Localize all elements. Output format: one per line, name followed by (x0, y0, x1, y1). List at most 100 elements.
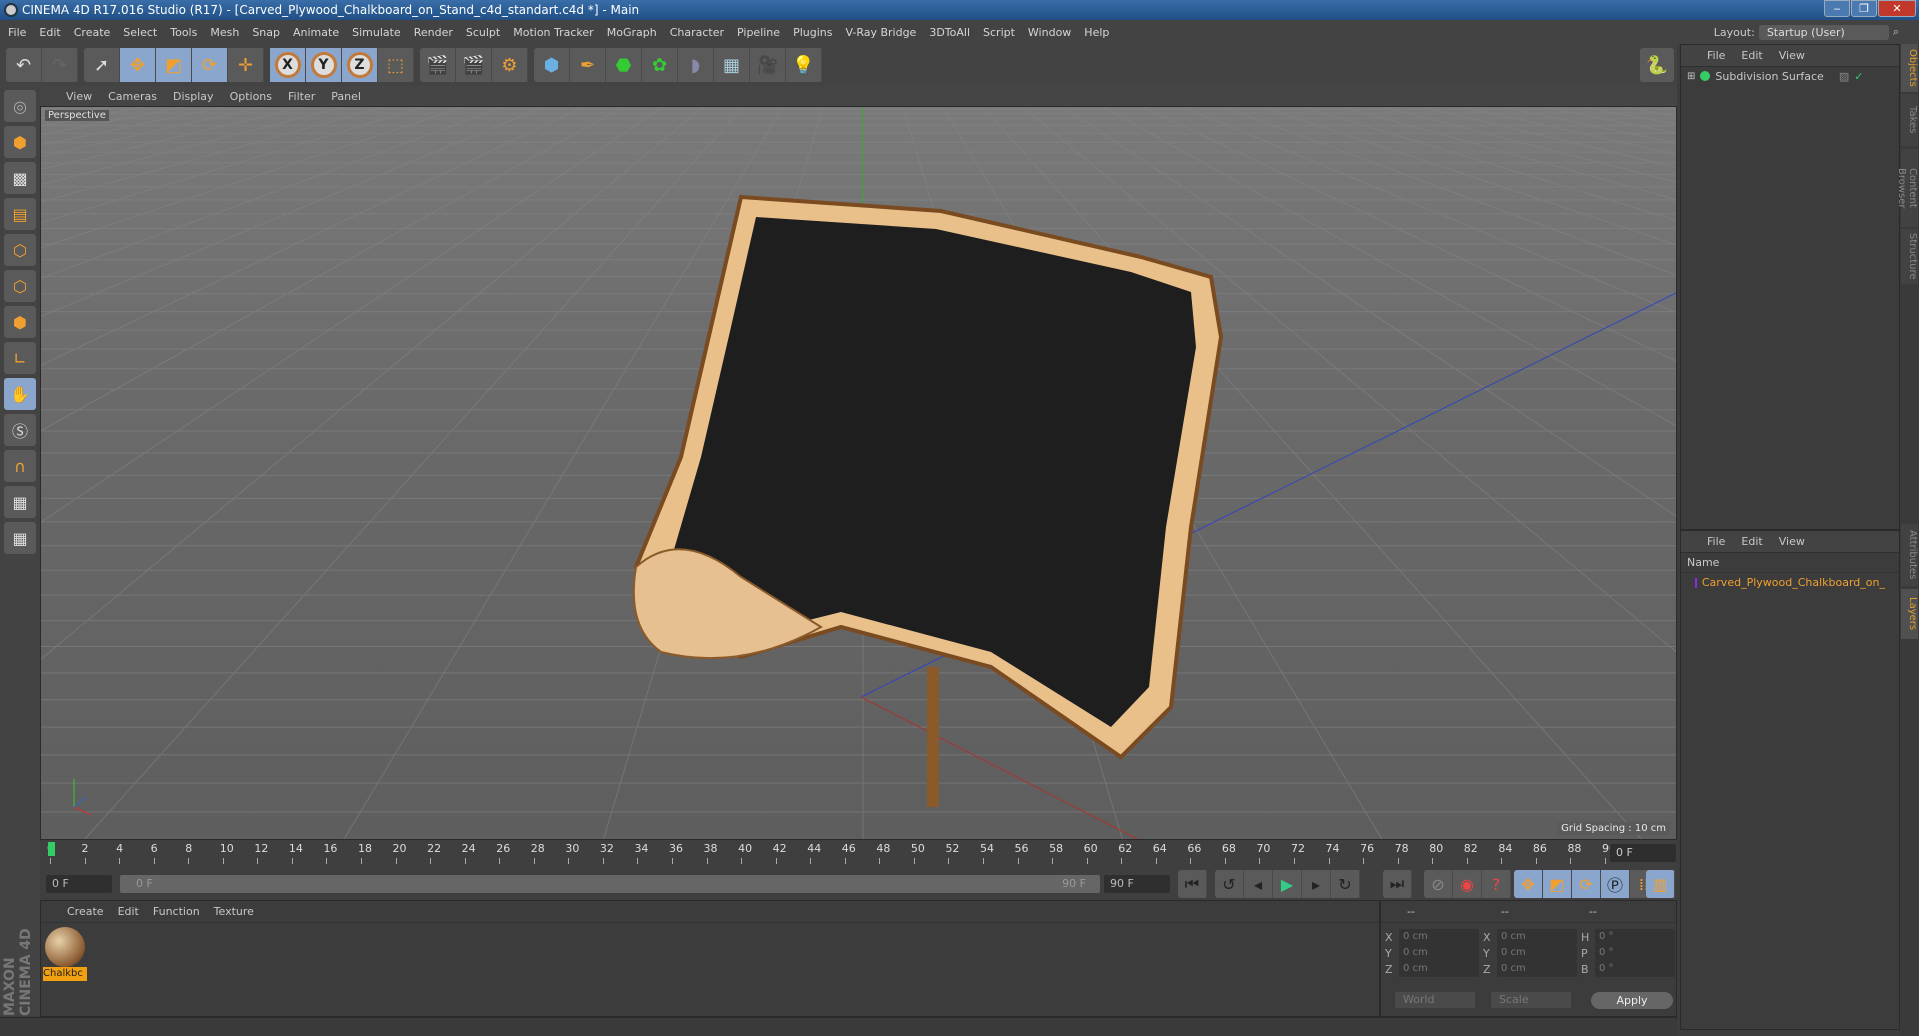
python-icon[interactable]: 🐍 (1640, 48, 1674, 82)
enabled-check-icon[interactable]: ✓ (1854, 70, 1863, 83)
lock-workplane-icon[interactable]: ▦ (4, 486, 36, 518)
search-icon[interactable]: ⌕ (1893, 25, 1899, 39)
menu-render[interactable]: Render (414, 26, 453, 39)
y-axis-button[interactable]: Y (306, 48, 342, 82)
viewport-menu-display[interactable]: Display (173, 90, 214, 103)
scale-icon[interactable]: ◩ (156, 48, 192, 82)
record-disabled-icon[interactable]: ⊘ (1424, 870, 1453, 898)
viewport-perspective[interactable]: Perspective Grid Spacing : 10 cm (40, 106, 1677, 840)
menu-character[interactable]: Character (670, 26, 724, 39)
menu-edit[interactable]: Edit (39, 26, 60, 39)
menu-sculpt[interactable]: Sculpt (466, 26, 500, 39)
model-mode-icon[interactable]: ⬢ (4, 126, 36, 158)
menu-script[interactable]: Script (983, 26, 1015, 39)
tab-layers[interactable]: Layers (1901, 589, 1918, 639)
undo-icon[interactable]: ↶ (6, 48, 42, 82)
coordinate-mode-dropdown[interactable]: World (1395, 992, 1475, 1008)
menu-window[interactable]: Window (1028, 26, 1071, 39)
material-menu-create[interactable]: Create (67, 905, 104, 918)
key-scale-icon[interactable]: ◩ (1543, 870, 1572, 898)
tab-attributes[interactable]: Attributes (1901, 524, 1918, 586)
menu-create[interactable]: Create (74, 26, 111, 39)
tweak-icon[interactable]: ✋ (4, 378, 36, 410)
x-axis-button[interactable]: X (270, 48, 306, 82)
tab-content-browser[interactable]: Content Browser (1896, 149, 1918, 227)
transform-icon[interactable]: ✛ (228, 48, 264, 82)
array-icon[interactable]: ✿ (642, 48, 678, 82)
coordinate-system-icon[interactable]: ⬚ (378, 48, 414, 82)
coord-field[interactable]: 0 cm (1399, 929, 1479, 945)
layer-menu-view[interactable]: View (1779, 535, 1805, 548)
next-key-icon[interactable]: ↻ (1331, 870, 1360, 898)
previous-key-icon[interactable]: ↺ (1215, 870, 1244, 898)
magnet-icon[interactable]: ∩ (4, 450, 36, 482)
select-arrow-icon[interactable]: ➚ (84, 48, 120, 82)
redo-icon[interactable]: ↷ (42, 48, 78, 82)
cube-icon[interactable]: ⬢ (534, 48, 570, 82)
planar-workplane-icon[interactable]: ▦ (4, 522, 36, 554)
material-menu-texture[interactable]: Texture (214, 905, 254, 918)
apply-button[interactable]: Apply (1591, 992, 1673, 1009)
menu-mograph[interactable]: MoGraph (607, 26, 657, 39)
light-icon[interactable]: 💡 (786, 48, 822, 82)
previous-frame-icon[interactable]: ◂ (1244, 870, 1273, 898)
object-row[interactable]: ⊞ Subdivision Surface ▨ ✓ (1681, 67, 1899, 85)
layer-menu-edit[interactable]: Edit (1741, 535, 1762, 548)
tab-structure[interactable]: Structure (1901, 229, 1918, 284)
transform-mode-dropdown[interactable]: Scale (1491, 992, 1571, 1008)
start-frame-field[interactable]: 0 F (46, 875, 112, 893)
key-move-icon[interactable]: ✥ (1514, 870, 1543, 898)
texture-mode-icon[interactable]: ▩ (4, 162, 36, 194)
object-menu-file[interactable]: File (1707, 49, 1725, 62)
deformer-icon[interactable]: ◗ (678, 48, 714, 82)
rotate-icon[interactable]: ⟳ (192, 48, 228, 82)
timeline-ruler[interactable]: 0246810121416182022242628303234363840424… (40, 840, 1677, 868)
coord-field[interactable]: 0 cm (1497, 929, 1577, 945)
coord-field[interactable]: 0 cm (1399, 945, 1479, 961)
layout-dropdown[interactable]: Startup (User) (1758, 24, 1889, 40)
expand-icon[interactable]: ⊞ (1687, 71, 1695, 82)
points-mode-icon[interactable]: ⬡ (4, 234, 36, 266)
autokey-icon[interactable]: ◉ (1453, 870, 1482, 898)
viewport-menu-cameras[interactable]: Cameras (108, 90, 157, 103)
visibility-icon[interactable]: ▨ (1839, 70, 1849, 83)
menu-pipeline[interactable]: Pipeline (737, 26, 780, 39)
go-to-start-icon[interactable]: ⏮ (1178, 870, 1207, 898)
move-icon[interactable]: ✥ (120, 48, 156, 82)
menu-tools[interactable]: Tools (170, 26, 197, 39)
floor-icon[interactable]: ▦ (714, 48, 750, 82)
coord-field[interactable]: 0 cm (1497, 945, 1577, 961)
pen-spline-icon[interactable]: ✒ (570, 48, 606, 82)
axis-mode-icon[interactable]: ∟ (4, 342, 36, 374)
render-settings-icon[interactable]: ⚙ (492, 48, 528, 82)
make-editable-icon[interactable]: ◎ (4, 90, 36, 122)
current-frame-field[interactable]: 0 F (1610, 844, 1676, 862)
material-menu-edit[interactable]: Edit (118, 905, 139, 918)
viewport-menu-view[interactable]: View (66, 90, 92, 103)
menu-select[interactable]: Select (123, 26, 157, 39)
menu-mesh[interactable]: Mesh (210, 26, 239, 39)
polygons-mode-icon[interactable]: ⬢ (4, 306, 36, 338)
tab-takes[interactable]: Takes (1901, 94, 1918, 146)
coord-field[interactable]: 0 ° (1595, 945, 1675, 961)
keyframe-help-icon[interactable]: ? (1482, 870, 1511, 898)
go-to-end-icon[interactable]: ⏭ (1383, 870, 1412, 898)
render-picture-viewer-icon[interactable]: 🎬 (456, 48, 492, 82)
coord-field[interactable]: 0 ° (1595, 929, 1675, 945)
close-button[interactable]: ✕ (1878, 0, 1916, 17)
viewport-menu-filter[interactable]: Filter (288, 90, 315, 103)
timeline-window-icon[interactable]: ▥ (1646, 870, 1675, 898)
viewport-menu-options[interactable]: Options (230, 90, 272, 103)
edges-mode-icon[interactable]: ⬡ (4, 270, 36, 302)
render-view-icon[interactable]: 🎬 (420, 48, 456, 82)
menu-simulate[interactable]: Simulate (352, 26, 401, 39)
menu-help[interactable]: Help (1084, 26, 1109, 39)
snap-icon[interactable]: Ⓢ (4, 414, 36, 446)
coord-field[interactable]: 0 cm (1497, 961, 1577, 977)
layer-row[interactable]: Carved_Plywood_Chalkboard_on_ (1681, 573, 1899, 592)
tab-objects[interactable]: Objects (1901, 44, 1918, 92)
end-frame-field[interactable]: 90 F (1104, 875, 1170, 893)
object-menu-view[interactable]: View (1779, 49, 1805, 62)
viewport-menu-panel[interactable]: Panel (331, 90, 361, 103)
restore-button[interactable]: ❐ (1851, 0, 1877, 17)
